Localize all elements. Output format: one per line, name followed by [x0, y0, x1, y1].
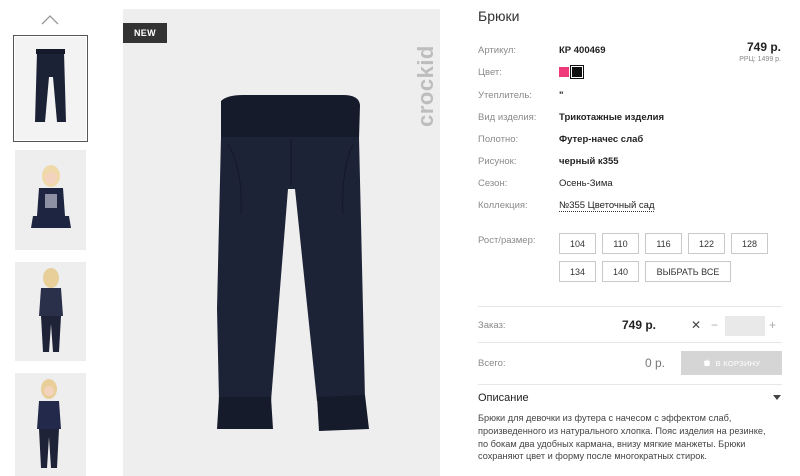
attr-label-item-type: Вид изделия: [478, 112, 537, 123]
girl-sitting-image [15, 150, 86, 250]
attr-label-collection: Коллекция: [478, 200, 528, 211]
divider [478, 306, 782, 307]
size-button-122[interactable]: 122 [688, 233, 725, 254]
description-text: Брюки для девочки из футера с начесом с … [478, 413, 766, 462]
attr-label-pattern: Рисунок: [478, 156, 517, 167]
attr-value-insulation: " [559, 90, 564, 101]
chevron-up-icon [41, 15, 59, 25]
size-button-134[interactable]: 134 [559, 261, 596, 282]
color-swatch-pink[interactable] [559, 67, 569, 77]
pants-thumbnail-image [15, 37, 86, 140]
attr-label-insulation: Утеплитель: [478, 90, 532, 101]
attr-label-article: Артикул: [478, 45, 517, 56]
chevron-down-icon[interactable] [772, 393, 782, 401]
add-to-cart-button[interactable]: В КОРЗИНУ [681, 351, 782, 375]
collection-link[interactable]: №355 Цветочный сад [559, 200, 655, 212]
cart-icon [703, 359, 710, 366]
color-swatch-black[interactable] [570, 65, 584, 79]
divider [478, 384, 782, 385]
brand-logo-text: crockid [413, 45, 438, 127]
size-selector: 104 110 116 122 128 134 140 ВЫБРАТЬ ВСЕ [559, 233, 789, 282]
attr-value-item-type: Трикотажные изделия [559, 112, 665, 123]
size-button-140[interactable]: 140 [602, 261, 639, 282]
size-button-128[interactable]: 128 [731, 233, 768, 254]
attr-value-article: КР 400469 [559, 45, 606, 56]
order-price: 749 р. [622, 318, 657, 332]
color-swatches [559, 65, 584, 79]
quantity-input[interactable] [725, 316, 765, 336]
attr-value-season: Осень-Зима [559, 178, 613, 189]
attr-value-fabric: Футер-начес слаб [559, 134, 644, 145]
thumbnails-up-arrow[interactable] [41, 13, 59, 25]
attr-label-color: Цвет: [478, 67, 502, 78]
size-button-110[interactable]: 110 [602, 233, 639, 254]
select-all-sizes-button[interactable]: ВЫБРАТЬ ВСЕ [645, 261, 731, 282]
girl-back-image [15, 262, 86, 361]
recommended-price: РРЦ: 1499 р. [739, 56, 781, 63]
main-product-image[interactable]: NEW crockid [123, 9, 440, 476]
add-to-cart-label: В КОРЗИНУ [715, 358, 761, 368]
thumbnail-pants[interactable] [13, 35, 88, 142]
attr-value-pattern: черный к355 [559, 156, 619, 167]
girl-standing-image [15, 373, 86, 476]
attr-label-season: Сезон: [478, 178, 508, 189]
new-badge: NEW [123, 23, 167, 43]
product-price: 749 р. [746, 40, 781, 54]
total-value: 0 р. [645, 356, 666, 370]
quantity-increase-button[interactable]: + [769, 318, 776, 332]
product-title: Брюки [478, 8, 520, 24]
remove-order-button[interactable]: ✕ [691, 318, 701, 332]
brand-logo: crockid [413, 27, 438, 145]
order-label: Заказ: [478, 320, 506, 331]
thumbnail-girl-standing[interactable] [15, 373, 86, 476]
pants-image [217, 95, 369, 431]
description-title[interactable]: Описание [478, 392, 529, 404]
thumbnail-girl-sitting[interactable] [15, 150, 86, 250]
thumbnail-girl-back[interactable] [15, 262, 86, 361]
total-label: Всего: [478, 358, 506, 369]
quantity-decrease-button[interactable]: − [711, 318, 718, 332]
size-button-116[interactable]: 116 [645, 233, 682, 254]
attr-label-fabric: Полотно: [478, 134, 519, 145]
sizes-label: Рост/размер: [478, 235, 536, 246]
divider [478, 342, 782, 343]
size-button-104[interactable]: 104 [559, 233, 596, 254]
